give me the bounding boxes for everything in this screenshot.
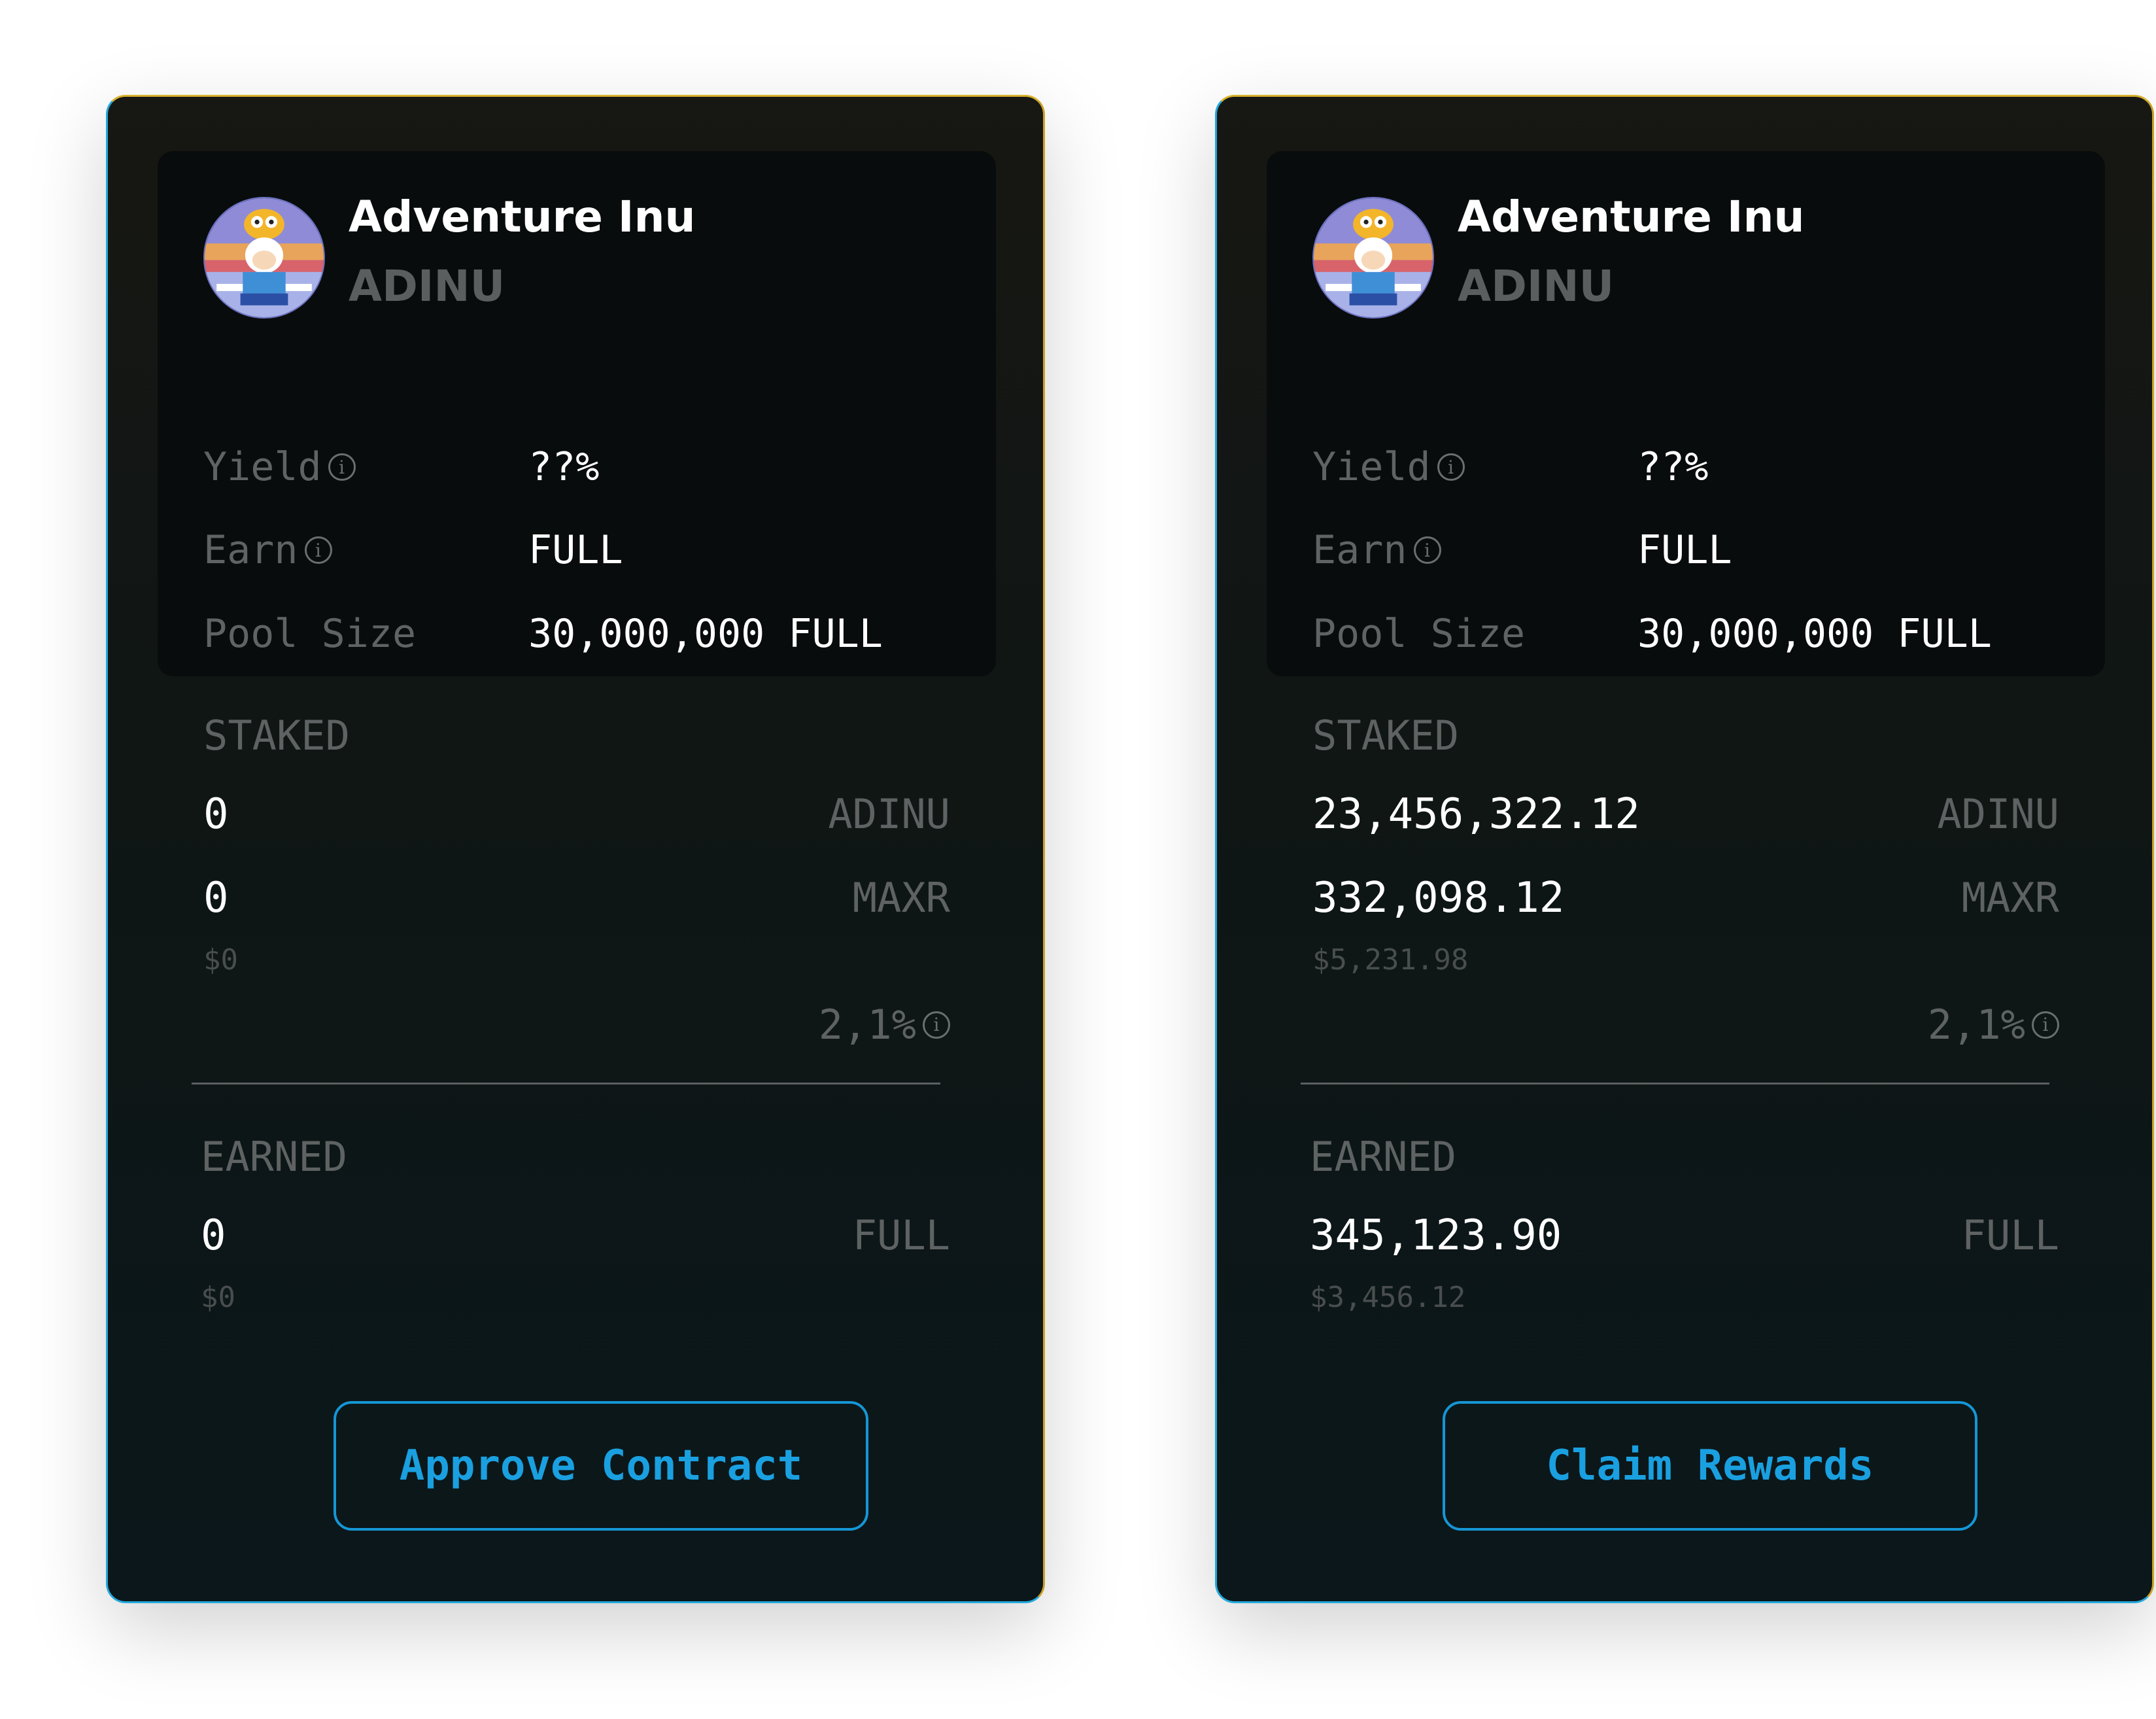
pool-card-claim: Adventure Inu ADINU Yield i ??% Earn i F… [1215,95,2154,1603]
info-icon[interactable]: i [1437,453,1465,481]
earned-amount: 0 [201,1211,226,1260]
earn-label: Earn i [1312,527,1441,573]
earned-label: EARNED [201,1133,347,1181]
staked-usd-value: $5,231.98 [1312,943,1469,977]
pool-size-value: 30,000,000 FULL [1637,611,1992,657]
section-divider [192,1083,940,1085]
earned-usd-value: $0 [201,1281,235,1314]
info-icon[interactable]: i [923,1011,950,1039]
yield-label: Yield i [1312,444,1465,490]
adventure-inu-avatar-icon [1312,197,1434,319]
info-icon[interactable]: i [328,453,356,481]
staked-secondary-amount: 0 [203,874,229,922]
earned-unit: FULL [852,1211,950,1259]
yield-value: ??% [528,444,600,490]
staked-percent: 2,1% i [819,1001,950,1049]
approve-contract-button[interactable]: Approve Contract [334,1401,868,1531]
token-symbol: ADINU [349,261,505,311]
pool-info-panel: Adventure Inu ADINU Yield i ??% Earn i F… [158,151,996,676]
yield-label: Yield i [203,444,356,490]
pool-info-panel: Adventure Inu ADINU Yield i ??% Earn i F… [1267,151,2105,676]
earned-usd-value: $3,456.12 [1310,1281,1466,1314]
staked-primary-amount: 23,456,322.12 [1312,790,1640,839]
section-divider [1301,1083,2049,1085]
staked-secondary-unit: MAXR [1961,874,2059,922]
info-icon[interactable]: i [2032,1011,2059,1039]
earned-unit: FULL [1961,1211,2059,1259]
staked-percent-value: 2,1% [1927,1001,2025,1049]
token-symbol: ADINU [1458,261,1615,311]
info-icon[interactable]: i [304,536,332,564]
pool-size-value: 30,000,000 FULL [528,611,883,657]
earned-amount: 345,123.90 [1310,1211,1562,1260]
yield-label-text: Yield [203,444,322,490]
staked-label: STAKED [203,712,350,759]
yield-label-text: Yield [1312,444,1431,490]
earn-value: FULL [528,527,623,573]
staked-percent: 2,1% i [1928,1001,2059,1049]
earn-value: FULL [1637,527,1732,573]
earned-label: EARNED [1310,1133,1456,1181]
claim-rewards-button[interactable]: Claim Rewards [1443,1401,1977,1531]
staked-percent-value: 2,1% [818,1001,916,1049]
earn-label: Earn i [203,527,332,573]
token-name: Adventure Inu [1458,192,1805,242]
staked-secondary-amount: 332,098.12 [1312,874,1565,922]
adventure-inu-avatar-icon [203,197,325,319]
staked-label: STAKED [1312,712,1459,759]
pool-size-label: Pool Size [203,611,417,657]
pool-size-label: Pool Size [1312,611,1526,657]
yield-value: ??% [1637,444,1709,490]
staked-primary-unit: ADINU [1937,790,2059,838]
earn-label-text: Earn [203,527,298,573]
pool-card-approve: Adventure Inu ADINU Yield i ??% Earn i F… [106,95,1045,1603]
info-icon[interactable]: i [1413,536,1441,564]
staked-primary-unit: ADINU [828,790,950,838]
earn-label-text: Earn [1312,527,1407,573]
staked-primary-amount: 0 [203,790,229,839]
token-name: Adventure Inu [349,192,696,242]
staked-usd-value: $0 [203,943,238,977]
staked-secondary-unit: MAXR [852,874,950,922]
